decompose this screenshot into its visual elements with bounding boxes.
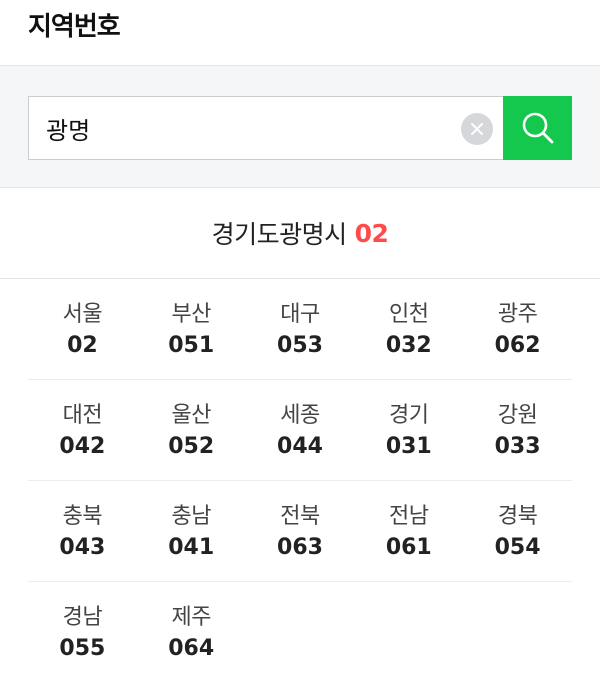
region-name: 제주	[171, 605, 211, 630]
close-icon	[471, 123, 483, 135]
page-title: 지역번호	[28, 12, 121, 42]
region-item[interactable]: 울산 052	[137, 380, 246, 480]
region-row: 서울 02 부산 051 대구 053 인천 032 광주 062	[28, 279, 572, 380]
region-row: 대전 042 울산 052 세종 044 경기 031 강원 033	[28, 380, 572, 481]
region-code: 031	[385, 434, 432, 459]
region-code: 044	[277, 434, 323, 459]
region-name: 충북	[62, 504, 103, 529]
region-name: 강원	[497, 403, 538, 428]
region-code: 062	[494, 333, 541, 358]
search-box	[28, 96, 572, 160]
region-code: 064	[168, 636, 215, 661]
region-name: 울산	[171, 403, 211, 428]
result-code: 02	[354, 218, 389, 248]
region-code: 055	[59, 636, 106, 661]
region-item[interactable]: 세종 044	[246, 380, 355, 480]
header: 지역번호	[0, 0, 600, 66]
region-code: 053	[277, 333, 323, 358]
region-code: 033	[494, 434, 541, 459]
region-code: 041	[168, 535, 215, 560]
search-input-wrapper	[28, 96, 503, 160]
search-result: 경기도광명시 02	[0, 188, 600, 279]
search-icon	[522, 112, 553, 144]
region-item[interactable]: 서울 02	[28, 279, 137, 379]
region-code: 042	[59, 434, 106, 459]
region-code: 02	[67, 333, 98, 358]
region-item[interactable]: 전북 063	[246, 481, 355, 581]
region-code: 032	[385, 333, 432, 358]
region-name: 서울	[62, 302, 103, 327]
region-code: 054	[494, 535, 541, 560]
region-item[interactable]: 충남 041	[137, 481, 246, 581]
region-item[interactable]: 충북 043	[28, 481, 137, 581]
region-name: 전남	[389, 504, 429, 529]
region-item[interactable]: 대전 042	[28, 380, 137, 480]
region-item[interactable]: 경기 031	[354, 380, 463, 480]
result-region: 경기도광명시	[211, 220, 348, 249]
search-input[interactable]	[29, 97, 503, 159]
region-name: 전북	[280, 504, 320, 529]
region-name: 부산	[171, 302, 211, 327]
region-item[interactable]: 강원 033	[463, 380, 572, 480]
region-grid: 서울 02 부산 051 대구 053 인천 032 광주 062 대전 042…	[0, 279, 600, 683]
region-name: 대구	[280, 302, 320, 327]
clear-button[interactable]	[461, 113, 493, 145]
region-item[interactable]: 대구 053	[246, 279, 355, 379]
region-name: 충남	[171, 504, 211, 529]
region-item[interactable]: 경북 054	[463, 481, 572, 581]
region-row: 충북 043 충남 041 전북 063 전남 061 경북 054	[28, 481, 572, 582]
region-name: 경남	[62, 605, 103, 630]
region-name: 인천	[389, 302, 429, 327]
region-name: 경기	[389, 403, 429, 428]
search-area	[0, 66, 600, 188]
region-row: 경남 055 제주 064	[28, 582, 572, 683]
region-item[interactable]: 전남 061	[354, 481, 463, 581]
region-item[interactable]: 경남 055	[28, 582, 137, 683]
region-code: 061	[385, 535, 432, 560]
region-item[interactable]: 광주 062	[463, 279, 572, 379]
region-item[interactable]: 부산 051	[137, 279, 246, 379]
region-item[interactable]: 인천 032	[354, 279, 463, 379]
region-code: 052	[168, 434, 215, 459]
region-name: 광주	[497, 302, 538, 327]
region-code: 051	[168, 333, 215, 358]
region-name: 경북	[497, 504, 538, 529]
search-button[interactable]	[503, 96, 572, 160]
region-code: 043	[59, 535, 106, 560]
region-code: 063	[277, 535, 323, 560]
region-item[interactable]: 제주 064	[137, 582, 246, 683]
region-name: 대전	[62, 403, 103, 428]
region-name: 세종	[280, 403, 320, 428]
